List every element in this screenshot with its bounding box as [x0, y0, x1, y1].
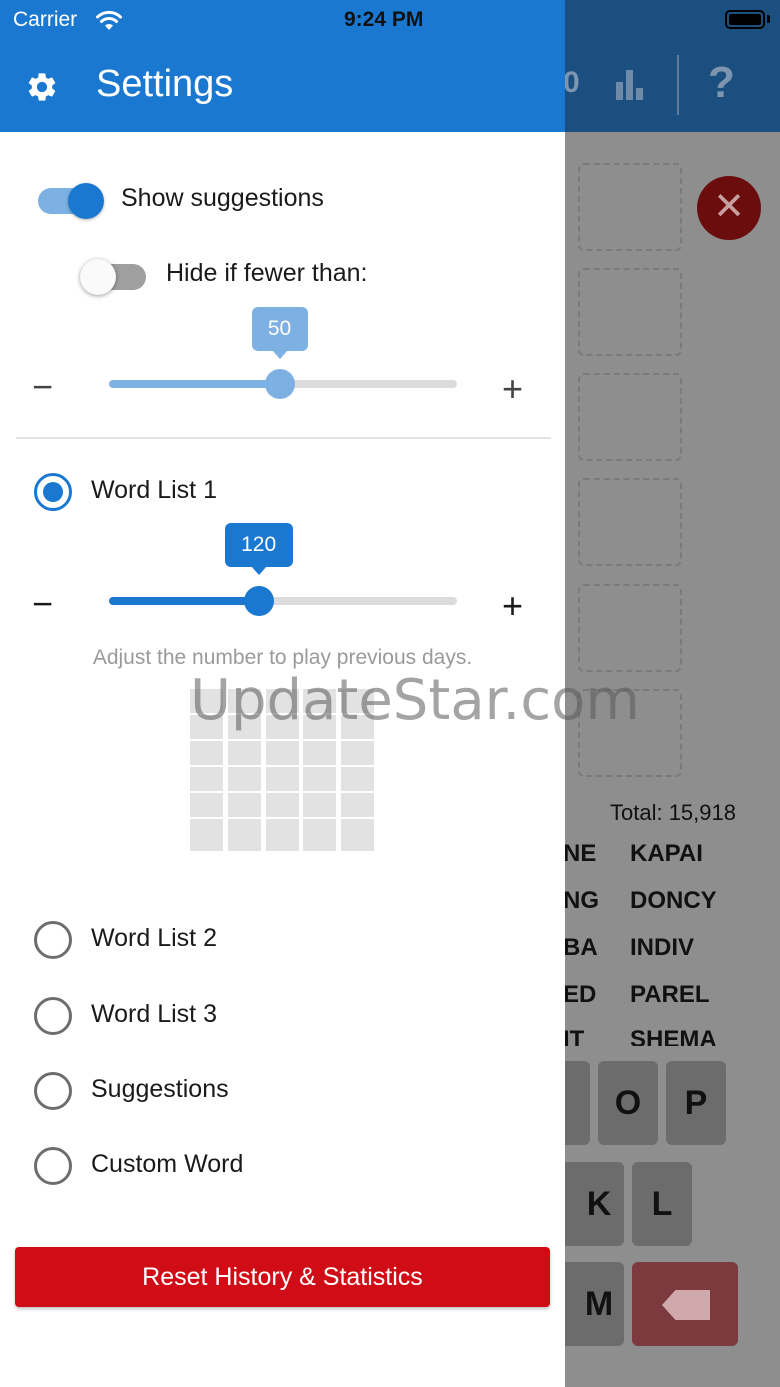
day-hint-text: Adjust the number to play previous days.	[92, 646, 473, 669]
backspace-icon	[662, 1290, 710, 1320]
battery-icon	[725, 10, 765, 29]
threshold-slider-thumb[interactable]	[264, 369, 295, 399]
letter-slot	[578, 268, 682, 356]
suggestion-word[interactable]: INDIV	[630, 934, 694, 962]
suggestion-word[interactable]: IT	[563, 1026, 584, 1046]
word-list-2-label[interactable]: Word List 2	[91, 924, 217, 953]
word-list-3-label[interactable]: Word List 3	[91, 1000, 217, 1029]
header-partial-icon: 0	[563, 66, 580, 99]
threshold-increment-button[interactable]: +	[502, 371, 523, 407]
custom-word-label[interactable]: Custom Word	[91, 1150, 243, 1179]
close-icon[interactable]: ✕	[697, 176, 761, 240]
reset-history-button[interactable]: Reset History & Statistics	[15, 1247, 550, 1307]
day-value: 120	[241, 533, 277, 556]
suggestion-word[interactable]: NG	[563, 887, 599, 915]
header-divider	[677, 55, 679, 115]
suggestion-word[interactable]: KAPAI	[630, 840, 703, 868]
suggestion-word[interactable]: SHEMA	[630, 1026, 717, 1046]
page-title: Settings	[96, 63, 234, 105]
word-list-1-label[interactable]: Word List 1	[91, 476, 217, 505]
word-list-2-radio[interactable]	[34, 921, 72, 959]
wifi-icon	[96, 10, 122, 30]
statistics-icon[interactable]	[614, 70, 646, 100]
hide-if-fewer-label: Hide if fewer than:	[166, 259, 368, 287]
letter-slot	[578, 373, 682, 461]
drawer-header: Carrier 9:24 PM Settings	[0, 0, 565, 132]
hide-if-fewer-toggle[interactable]	[80, 258, 146, 296]
suggestions-label[interactable]: Suggestions	[91, 1075, 229, 1104]
threshold-value-bubble: 50	[251, 307, 308, 359]
letter-slot	[578, 478, 682, 566]
day-slider-fill	[109, 597, 259, 605]
suggestion-word[interactable]: BA	[563, 934, 598, 962]
help-icon[interactable]: ?	[708, 58, 735, 108]
day-increment-button[interactable]: +	[502, 588, 523, 624]
word-list-1-radio[interactable]	[34, 473, 72, 511]
suggestion-word[interactable]: DONCY	[630, 887, 717, 915]
threshold-slider-fill	[109, 380, 280, 388]
total-count: Total: 15,918	[610, 800, 736, 825]
threshold-decrement-button[interactable]: −	[32, 369, 53, 405]
keyboard-key-o[interactable]: O	[598, 1061, 658, 1145]
toggle-knob	[68, 183, 104, 219]
custom-word-radio[interactable]	[34, 1147, 72, 1185]
gear-icon	[28, 73, 56, 101]
keyboard-key-l[interactable]: L	[632, 1162, 692, 1246]
toggle-knob	[80, 259, 116, 295]
letter-slot	[578, 584, 682, 672]
section-divider	[16, 437, 551, 439]
day-decrement-button[interactable]: −	[32, 586, 53, 622]
day-slider-thumb[interactable]	[243, 586, 274, 616]
status-time: 9:24 PM	[344, 8, 424, 31]
suggestion-word[interactable]: PAREL	[630, 981, 710, 1009]
word-list-3-radio[interactable]	[34, 997, 72, 1035]
suggestion-word[interactable]: ED	[563, 981, 596, 1009]
keyboard-key-p[interactable]: P	[666, 1061, 726, 1145]
watermark: UpdateStar.com	[190, 668, 640, 733]
show-suggestions-toggle[interactable]	[38, 182, 104, 220]
day-value-bubble: 120	[224, 523, 293, 575]
suggestions-radio[interactable]	[34, 1072, 72, 1110]
letter-slot	[578, 163, 682, 251]
show-suggestions-label: Show suggestions	[121, 184, 324, 212]
backspace-key[interactable]	[632, 1262, 738, 1346]
suggestion-word[interactable]: NE	[563, 840, 596, 868]
battery-tip	[767, 15, 770, 23]
status-carrier: Carrier	[13, 8, 78, 31]
threshold-value: 50	[267, 317, 292, 340]
